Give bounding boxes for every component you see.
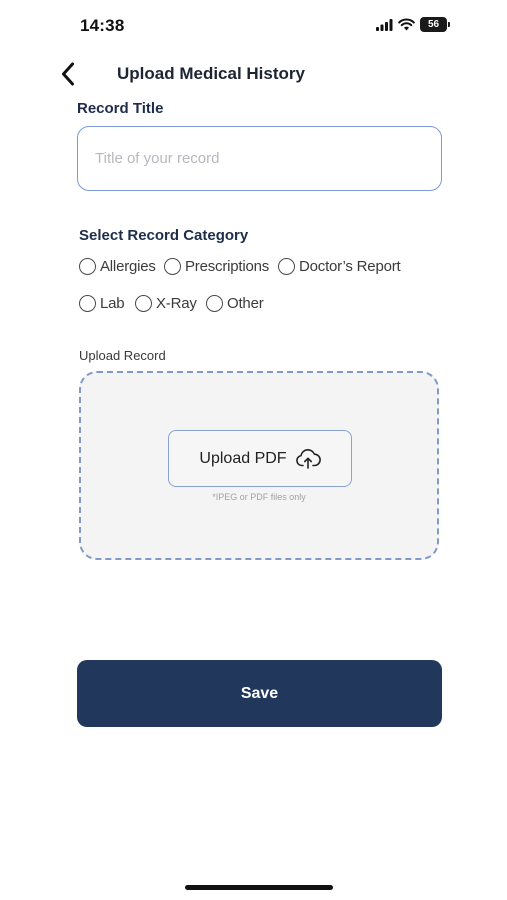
radio-x-ray[interactable]: X-Ray — [135, 295, 197, 312]
radio-label: Prescriptions — [185, 258, 270, 275]
radio-allergies[interactable]: Allergies — [79, 258, 156, 275]
back-button[interactable] — [56, 60, 80, 88]
wifi-icon — [398, 18, 415, 31]
upload-pdf-label: Upload PDF — [199, 449, 287, 467]
radio-label: Doctor’s Report — [299, 258, 401, 275]
save-label: Save — [240, 684, 279, 702]
battery-icon: 56 — [420, 17, 450, 32]
record-title-label: Record Title — [77, 100, 164, 117]
upload-hint: *IPEG or PDF files only — [212, 492, 306, 502]
status-icons: 56 — [376, 17, 450, 32]
radio-lab[interactable]: Lab — [79, 295, 125, 312]
cellular-signal-icon — [376, 18, 393, 31]
status-time: 14:38 — [80, 16, 125, 35]
chevron-left-icon — [62, 62, 74, 86]
radio-label: X-Ray — [156, 295, 197, 312]
nav-bar: Upload Medical History — [0, 56, 507, 92]
home-indicator — [185, 885, 333, 890]
radio-circle — [206, 295, 223, 312]
radio-label: Allergies — [100, 258, 156, 275]
radio-label: Lab — [100, 295, 125, 312]
radio-label: Other — [227, 295, 264, 312]
radio-circle — [79, 295, 96, 312]
radio-other[interactable]: Other — [206, 295, 264, 312]
cloud-upload-icon — [295, 448, 321, 469]
radio-circle — [79, 258, 96, 275]
battery-level: 56 — [427, 19, 440, 30]
radio-circle — [164, 258, 181, 275]
page-title: Upload Medical History — [117, 64, 305, 83]
status-bar: 14:38 56 — [0, 0, 507, 52]
category-label: Select Record Category — [79, 227, 249, 244]
upload-pdf-button[interactable]: Upload PDF — [168, 430, 352, 487]
record-title-input[interactable] — [77, 126, 442, 191]
save-button[interactable]: Save — [77, 660, 442, 727]
radio-prescriptions[interactable]: Prescriptions — [164, 258, 269, 275]
radio-doctors-report[interactable]: Doctor’s Report — [278, 258, 401, 275]
radio-circle — [278, 258, 295, 275]
upload-record-label: Upload Record — [79, 348, 166, 363]
radio-circle — [135, 295, 152, 312]
upload-dropzone[interactable]: Upload PDF *IPEG or PDF files only — [79, 371, 439, 560]
